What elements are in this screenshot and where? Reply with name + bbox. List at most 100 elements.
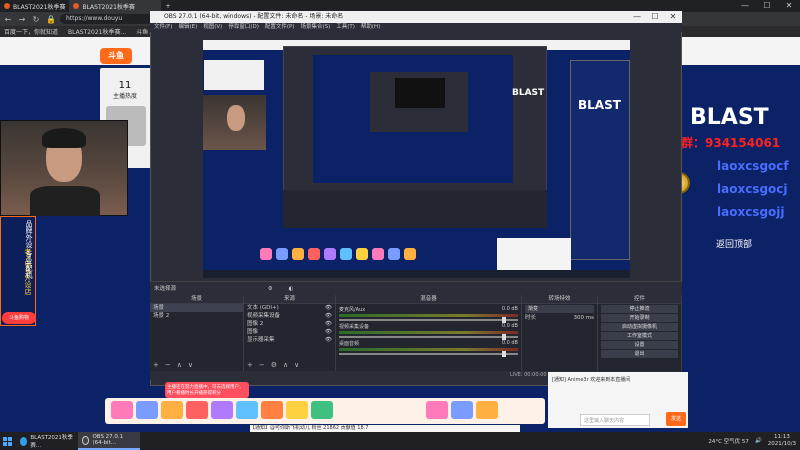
gift-icon[interactable] [236,401,258,419]
transition-select[interactable]: 渐变 [525,305,594,313]
menu-docks[interactable]: 停靠窗口(D) [228,23,259,32]
source-item[interactable]: 文本 (GDI+) 👁 [244,304,335,312]
volume-slider[interactable] [339,351,518,357]
menu-profile[interactable]: 配置文件(P) [265,23,295,32]
virtual-camera-button[interactable]: 启动虚拟摄像机 [601,323,678,331]
heat-label: 主播热度 [112,93,137,100]
stop-streaming-button[interactable]: 停止推流 [601,305,678,313]
source-item[interactable]: 显示器采集 👁 [244,336,335,344]
menu-tools[interactable]: 工具(T) [336,23,355,32]
back-to-top-link[interactable]: 返回顶部 [716,236,752,255]
mixer-channel-db: 0.0 dB [501,323,518,329]
preview-gift-icon [356,248,368,260]
move-up-icon[interactable]: ∧ [177,361,182,369]
preview-gift-icon [404,248,416,260]
preview-obs-docks [283,190,547,228]
obs-minimize-button[interactable]: — [628,11,646,23]
gift-icon[interactable] [186,401,208,419]
move-down-icon[interactable]: ∨ [188,361,193,369]
webcam-person-hair [42,128,86,148]
taskbar-app-label: BLAST2021秋季赛... [30,435,73,449]
duration-input[interactable]: 300 ms [574,314,594,322]
exit-button[interactable]: 退出 [601,350,678,358]
scene-item[interactable]: 场景 2 [150,312,243,320]
gift-icon[interactable] [286,401,308,419]
obs-close-button[interactable]: ✕ [664,11,682,23]
obs-title: OBS 27.0.1 (64-bit, windows) - 配置文件: 未命名… [164,13,344,20]
gift-icon[interactable] [136,401,158,419]
gift-icon[interactable] [476,401,498,419]
taskbar-app-browser[interactable]: BLAST2021秋季赛... [16,432,78,450]
menu-view[interactable]: 视图(V) [203,23,222,32]
start-recording-button[interactable]: 开始录制 [601,314,678,322]
remove-icon[interactable]: − [165,361,171,369]
preview-gift-icon [340,248,352,260]
shop-ad-button[interactable]: 斗鱼购物 [2,312,36,324]
source-item[interactable]: 图像 👁 [244,328,335,336]
volume-meter [339,314,518,317]
scenes-dock: 场景 场景 场景 2 + − ∧ ∨ [150,295,244,371]
menu-scene-collection[interactable]: 场景集合(S) [300,23,330,32]
close-button[interactable]: ✕ [778,0,800,12]
gear-icon[interactable]: ⚙ [271,361,277,369]
gift-icon[interactable] [261,401,283,419]
blast-logo: BLAST [690,105,769,130]
clock[interactable]: 11:13 2021/10/3 [768,434,796,448]
douyu-favicon-icon [4,3,10,9]
forward-arrow-icon[interactable]: → [18,15,26,24]
refresh-icon[interactable]: ↻ [32,15,40,24]
no-source-selected-label: 未选择源 [154,286,177,292]
source-item[interactable]: 视频采集设备 👁 [244,312,335,320]
volume-slider[interactable] [339,334,518,340]
chat-input[interactable]: 这里输入聊天内容 [580,414,650,426]
move-up-icon[interactable]: ∧ [283,361,288,369]
send-button[interactable]: 发送 [666,412,686,426]
transitions-dock: 转场特效 渐变 时长 300 ms [522,295,598,371]
eye-icon: 👁 [325,313,332,319]
gift-icon[interactable] [451,401,473,419]
back-arrow-icon[interactable]: ← [4,15,12,24]
eye-icon: 👁 [325,305,332,311]
gift-icon[interactable] [426,401,448,419]
scene-item[interactable]: 场景 [150,304,243,312]
notice-popup[interactable]: 主播还在努力直播中，可去选择用户，用户看播时长开播获得积分 [165,382,249,398]
move-down-icon[interactable]: ∨ [294,361,299,369]
preview-gift-icon [372,248,384,260]
source-item[interactable]: 图像 2 👁 [244,320,335,328]
taskbar-app-obs[interactable]: OBS 27.0.1 (64-bit... [78,432,140,450]
windows-start-icon[interactable] [0,432,16,450]
mixer-channel-db: 0.0 dB [501,340,518,346]
minimize-button[interactable]: — [734,0,756,12]
studio-mode-button[interactable]: 工作室模式 [601,332,678,340]
menu-file[interactable]: 文件(F) [154,23,172,32]
bookmark-item[interactable]: 百度一下，你就知道 [4,27,58,36]
gift-icon[interactable] [211,401,233,419]
bookmark-item[interactable]: BLAST2021秋季赛... [68,27,126,36]
volume-slider[interactable] [339,317,518,323]
add-icon[interactable]: + [247,361,253,369]
speaker-icon[interactable]: 🔊 [755,438,762,444]
gift-icon[interactable] [111,401,133,419]
browser-tab-active[interactable]: BLAST2021秋季赛 [69,0,162,12]
add-icon[interactable]: + [153,361,159,369]
properties-gear-icon[interactable]: ⚙ [268,286,273,292]
gift-icon[interactable] [311,401,333,419]
menu-help[interactable]: 帮助(H) [361,23,380,32]
settings-button[interactable]: 设置 [601,341,678,349]
browser-tab[interactable]: BLAST2021秋季赛 [0,0,69,12]
chat-message: [通知] Anime3r 欢迎来到本直播间 [552,377,631,383]
eye-icon: 👁 [325,337,332,343]
browser-tab-label: BLAST2021秋季赛 [82,3,135,11]
obs-maximize-button[interactable]: ☐ [646,11,664,23]
weather-widget[interactable]: 24°C 空气优 57 [708,437,749,445]
edge-icon [20,436,28,446]
clock-time: 11:13 [773,434,790,440]
gift-icon[interactable] [161,401,183,419]
preview-nested-preview [395,78,445,108]
douyu-logo[interactable]: 斗鱼 [100,48,132,64]
maximize-button[interactable]: ☐ [756,0,778,12]
menu-edit[interactable]: 编辑(E) [178,23,197,32]
filters-icon[interactable]: ◐ [288,286,293,292]
remove-icon[interactable]: − [259,361,265,369]
windows-taskbar: BLAST2021秋季赛... OBS 27.0.1 (64-bit... 24… [0,432,800,450]
